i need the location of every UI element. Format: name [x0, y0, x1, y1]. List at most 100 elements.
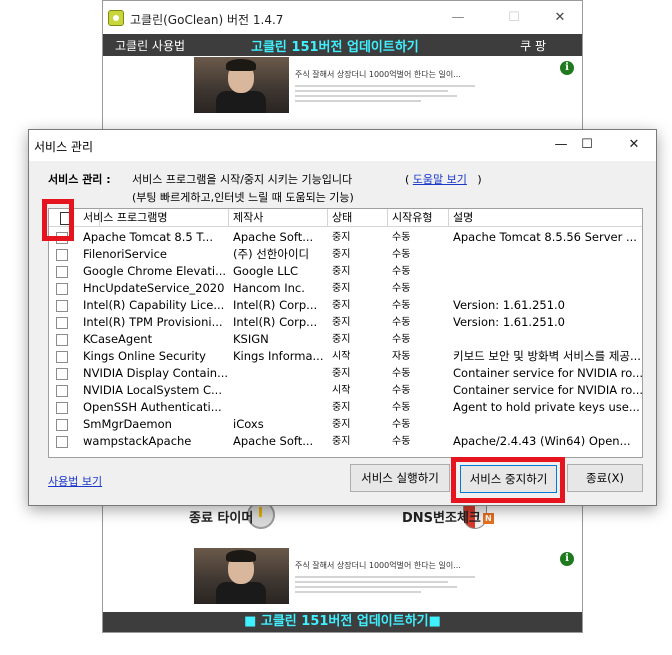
cell-description: Container service for NVIDIA ro... [453, 383, 642, 397]
main-titlebar: 고클린(GoClean) 버전 1.4.7 — ☐ ✕ [103, 1, 582, 35]
main-window-title: 고클린(GoClean) 버전 1.4.7 [130, 13, 284, 27]
main-maximize-button[interactable]: ☐ [503, 7, 525, 29]
cell-start-type: 수동 [392, 317, 411, 328]
service-row[interactable]: Google Chrome Elevati... Google LLC 중지 수동 [49, 263, 642, 280]
cell-description: Version: 1.61.251.0 [453, 315, 566, 329]
service-row[interactable]: KCaseAgent KSIGN 중지 수동 [49, 331, 642, 348]
cell-description: Container service for NVIDIA ro... [453, 366, 642, 380]
cell-description: 키보드 보안 및 방화벽 서비스를 제공... [453, 349, 641, 363]
top-ad-banner[interactable]: 주식 잘해서 상장더니 1000억벌어 한다는 일이... [194, 57, 570, 113]
row-checkbox[interactable] [56, 317, 68, 329]
dialog-close-button[interactable]: ✕ [619, 134, 649, 156]
cell-service-name: SmMgrDaemon [83, 417, 172, 431]
cell-vendor: Kings Informa... [233, 349, 324, 363]
cell-vendor: iCoxs [233, 417, 264, 431]
column-header-name[interactable]: 서비스 프로그램명 [79, 209, 229, 227]
cell-description [449, 263, 642, 280]
service-row[interactable]: SmMgrDaemon iCoxs 중지 수동 [49, 416, 642, 433]
row-checkbox[interactable] [56, 300, 68, 312]
cell-vendor [229, 382, 328, 399]
service-row[interactable]: NVIDIA Display Contain... 중지 수동 Container s… [49, 365, 642, 382]
column-header-description[interactable]: 설명 [449, 209, 642, 227]
ad-text-lines-bottom [295, 576, 475, 596]
row-checkbox[interactable] [56, 249, 68, 261]
cell-vendor: Intel(R) Corp... [233, 315, 318, 329]
bottom-update-bar[interactable]: ■ 고클린 151버전 업데이트하기■ [103, 612, 582, 632]
update-link[interactable]: 고클린 151버전 업데이트하기 [251, 36, 419, 55]
cell-service-name: wampstackApache [83, 434, 192, 448]
cell-service-name: KCaseAgent [83, 332, 153, 346]
cell-service-name: NVIDIA Display Contain... [83, 366, 229, 380]
cell-vendor: Google LLC [233, 264, 299, 278]
row-checkbox[interactable] [56, 436, 68, 448]
service-list[interactable]: 서비스 프로그램명 제작사 상태 시작유형 설명 Apache Tomcat 8… [48, 208, 643, 458]
new-badge: N [482, 513, 494, 524]
row-checkbox[interactable] [56, 419, 68, 431]
cell-vendor: Hancom Inc. [233, 281, 305, 295]
service-row[interactable]: Kings Online Security Kings Informa... 시작 자… [49, 348, 642, 365]
cell-vendor [229, 365, 328, 382]
cell-start-type: 자동 [392, 351, 411, 362]
row-checkbox[interactable] [56, 334, 68, 346]
ad-headline: 주식 잘해서 상장더니 1000억벌어 한다는 일이... [295, 70, 461, 79]
dialog-titlebar: 서비스 관리 — ☐ ✕ [29, 130, 656, 161]
row-checkbox[interactable] [56, 402, 68, 414]
ad-info-icon-bottom[interactable]: i [560, 552, 574, 566]
cell-start-type: 수동 [392, 419, 411, 430]
service-row[interactable]: Apache Tomcat 8.5 T... Apache Soft... 중지 수동… [49, 229, 642, 246]
ad-info-icon[interactable]: i [560, 61, 574, 75]
main-minimize-button[interactable]: — [447, 7, 469, 29]
stop-service-button[interactable]: 서비스 중지하기 [460, 465, 557, 493]
service-row[interactable]: NVIDIA LocalSystem C... 시작 수동 Container ser… [49, 382, 642, 399]
usage-link[interactable]: 사용법 보기 [48, 473, 102, 489]
goclean-usage-menu[interactable]: 고클린 사용법 [115, 37, 185, 54]
select-all-highlight [42, 199, 74, 241]
cell-description [449, 280, 642, 297]
service-row[interactable]: wampstackApache Apache Soft... 중지 수동 Apache/… [49, 433, 642, 450]
service-row[interactable]: Intel(R) Capability Lice... Intel(R) Corp… [49, 297, 642, 314]
cell-service-name: HncUpdateService_2020 [83, 281, 225, 295]
cell-start-type: 수동 [392, 436, 411, 447]
exit-button[interactable]: 종료(X) [567, 464, 643, 492]
header-subdescription: (부팅 빠르게하고,인터넷 느릴 때 도움되는 기능) [132, 191, 354, 204]
bottom-ad-banner[interactable]: 주식 잘해서 상장더니 1000억벌어 한다는 일이... [194, 548, 570, 604]
shutdown-timer-label[interactable]: 종료 타이머 [189, 507, 253, 526]
header-description: 서비스 프로그램을 시작/중지 시키는 기능입니다 [132, 173, 353, 186]
cell-vendor [229, 399, 328, 416]
ad-headline-bottom: 주식 잘해서 상장더니 1000억벌어 한다는 일이... [295, 561, 461, 570]
help-link-group: ( 도움말 보기 ) [405, 173, 482, 186]
coupang-menu[interactable]: 쿠 팡 [520, 37, 546, 54]
cell-description: Apache/2.4.43 (Win64) Open... [453, 434, 631, 448]
row-checkbox[interactable] [56, 266, 68, 278]
cell-start-type: 수동 [392, 385, 411, 396]
help-link[interactable]: 도움말 보기 [413, 173, 467, 186]
cell-vendor: Apache Soft... [233, 434, 314, 448]
row-checkbox[interactable] [56, 385, 68, 397]
cell-start-type: 수동 [392, 266, 411, 277]
cell-status: 중지 [332, 232, 351, 243]
column-header-status[interactable]: 상태 [328, 209, 388, 227]
dialog-maximize-button[interactable]: ☐ [572, 134, 602, 156]
column-header-vendor[interactable]: 제작사 [229, 209, 328, 227]
column-header-start-type[interactable]: 시작유형 [388, 209, 449, 227]
main-close-button[interactable]: ✕ [549, 7, 571, 29]
service-row[interactable]: Intel(R) TPM Provisioni... Intel(R) Corp.… [49, 314, 642, 331]
service-row[interactable]: OpenSSH Authenticati... 중지 수동 Agent to hold… [49, 399, 642, 416]
service-row[interactable]: HncUpdateService_2020 Hancom Inc. 중지 수동 [49, 280, 642, 297]
dns-check-label[interactable]: DNS변조체크 N [402, 507, 494, 526]
start-service-button[interactable]: 서비스 실행하기 [350, 464, 450, 492]
row-checkbox[interactable] [56, 351, 68, 363]
service-row[interactable]: FilenoriService (주) 선한아이디 중지 수동 [49, 246, 642, 263]
goclean-app-icon [108, 10, 124, 26]
cell-start-type: 수동 [392, 300, 411, 311]
cell-start-type: 수동 [392, 232, 411, 243]
cell-service-name: OpenSSH Authenticati... [83, 400, 222, 414]
cell-service-name: Intel(R) TPM Provisioni... [83, 315, 223, 329]
cell-vendor: Intel(R) Corp... [233, 298, 318, 312]
ad-photo-bottom [194, 548, 289, 604]
cell-description: Version: 1.61.251.0 [453, 298, 566, 312]
cell-status: 중지 [332, 402, 351, 413]
row-checkbox[interactable] [56, 368, 68, 380]
row-checkbox[interactable] [56, 283, 68, 295]
cell-status: 중지 [332, 419, 351, 430]
